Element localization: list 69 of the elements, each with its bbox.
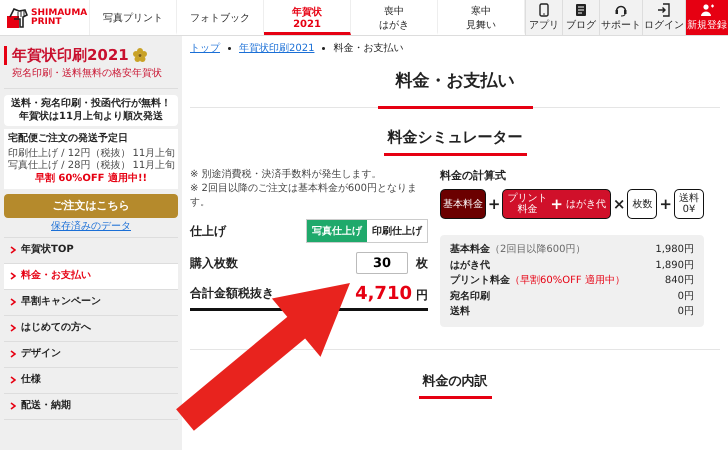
document-icon (574, 3, 588, 17)
section-title: 料金の内訳 (418, 372, 492, 398)
page-title: 料金・お支払い (378, 69, 532, 109)
shipping-title: 宅配便ご注文の発送予定日 (8, 133, 129, 146)
unit-label: 枚 (416, 254, 428, 272)
flower-icon (132, 48, 147, 62)
breakdown-value: 1,890円 (655, 258, 694, 272)
sidebar-subtitle: 宛名印刷・送料無料の格安年賀状 (11, 66, 163, 80)
breakdown-value: 0円 (678, 305, 694, 319)
operator-symbol: × (612, 195, 626, 213)
discount-note: 早割 60%OFF 適用中!! (34, 172, 148, 186)
logo-text: SHIMAUMA PRINT (31, 8, 88, 26)
breadcrumb-link[interactable]: トップ (190, 41, 220, 55)
total-label: 合計金額税抜き (190, 285, 274, 302)
breakdown-label: プリント料金（早割60%OFF 適用中） (450, 273, 625, 288)
header-button[interactable]: サポート (599, 0, 642, 35)
headset-icon (614, 3, 628, 17)
breadcrumb-link[interactable]: 年賀状印刷2021 (239, 41, 314, 55)
zebra-logo-icon (6, 6, 28, 28)
saved-data-link[interactable]: 保存済みのデータ (4, 221, 178, 238)
signup-button[interactable]: 新規登録 (685, 0, 728, 35)
header-button[interactable]: ブログ (562, 0, 599, 35)
add-user-icon (700, 3, 714, 17)
breakdown-label: 基本料金（2回目以降600円） (450, 242, 586, 257)
sidebar-title: 年賀状印刷2021 (12, 46, 129, 65)
formula-title: 料金の計算式 (440, 168, 507, 183)
sidebar-nav-item[interactable]: 早割キャンペーン (4, 290, 178, 316)
operator-symbol: + (659, 195, 672, 213)
finish-label: 仕上げ (190, 222, 226, 240)
breadcrumb-current: 料金・お支払い (333, 42, 404, 55)
note-text: ※ 2回目以降のご注文は基本料金が600円となります。 (190, 182, 418, 210)
currency-label: 円 (416, 288, 428, 302)
login-icon (657, 3, 671, 17)
quantity-label: 購入枚数 (190, 254, 238, 272)
note-text: ※ 別途消費税・決済手数料が発生します。 (190, 168, 383, 182)
shipping-date: 11月上旬 (132, 160, 176, 172)
promo-bubble: 送料・宛名印刷・投函代行が無料！ 年賀状は11月上旬より順次発送 (4, 95, 178, 126)
breakdown-label: 送料 (450, 304, 470, 319)
total-amount: 4,710 (355, 283, 412, 304)
chevron-icon (10, 272, 16, 280)
operator-symbol: + (488, 195, 500, 213)
sidebar-nav-item[interactable]: デザイン (4, 342, 178, 368)
chevron-icon (10, 324, 16, 332)
sidebar-nav-item[interactable]: 仕様 (4, 368, 178, 394)
formula-box: 基本料金 (440, 189, 486, 219)
chevron-icon (10, 402, 16, 410)
header-button[interactable]: ログイン (642, 0, 685, 35)
breakdown-value: 840円 (664, 274, 694, 288)
breakdown-label: はがき代 (450, 258, 490, 272)
shipping-date: 11月上旬 (132, 148, 176, 160)
breakdown-label: 宛名印刷 (450, 290, 490, 304)
quantity-field[interactable]: 30 (356, 252, 408, 274)
breakdown-value: 1,980円 (655, 243, 694, 257)
chevron-icon (10, 298, 16, 306)
chevron-icon (10, 350, 16, 358)
header-button[interactable]: アプリ (525, 0, 562, 35)
section-title: 料金シミュレーター (384, 128, 526, 156)
phone-icon (537, 3, 551, 17)
sidebar-nav-item[interactable]: 料金・お支払い (4, 264, 178, 290)
sidebar-nav-item[interactable]: 配送・納期 (4, 394, 178, 420)
shipping-label: 写真仕上げ / 28円（税抜） (8, 160, 130, 172)
shipping-label: 印刷仕上げ / 12円（税抜） (8, 148, 130, 160)
chevron-icon (10, 376, 16, 384)
breakdown-value: 0円 (678, 290, 694, 304)
formula-box: 枚数 (627, 189, 658, 219)
nav-tab[interactable]: 年賀状 2021 (264, 0, 351, 35)
chevron-icon (10, 246, 16, 254)
sidebar-nav-item[interactable]: はじめての方へ (4, 316, 178, 342)
formula-box: 送料 0¥ (674, 189, 704, 219)
